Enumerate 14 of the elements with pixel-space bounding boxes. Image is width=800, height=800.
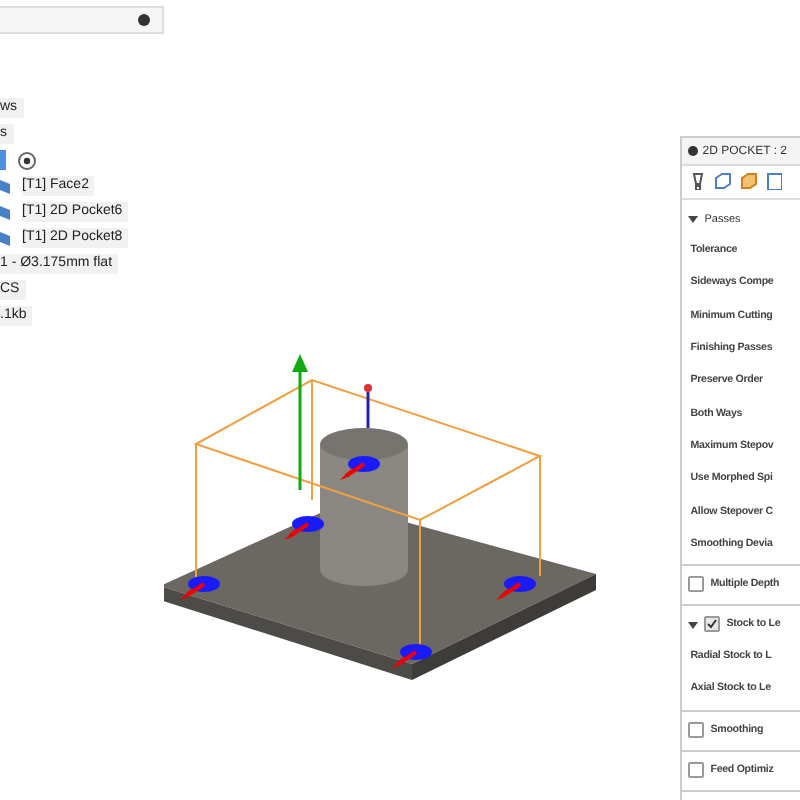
selection-field[interactable] [0, 150, 6, 170]
part-model-drawing[interactable] [164, 354, 597, 680]
triangle-icon[interactable] [688, 619, 699, 630]
checkbox[interactable] [688, 762, 705, 779]
geometry-tab-icon[interactable] [714, 172, 733, 190]
heights-tab-icon[interactable] [740, 172, 759, 190]
target-icon[interactable] [18, 151, 36, 169]
checkbox[interactable] [688, 576, 705, 593]
checkbox[interactable] [688, 722, 705, 739]
search-field[interactable] [0, 6, 164, 34]
tool-tab-icon[interactable] [690, 172, 707, 190]
checkbox[interactable] [704, 616, 721, 633]
triangle-icon[interactable] [688, 214, 699, 224]
passes-tab-icon[interactable] [766, 172, 783, 190]
